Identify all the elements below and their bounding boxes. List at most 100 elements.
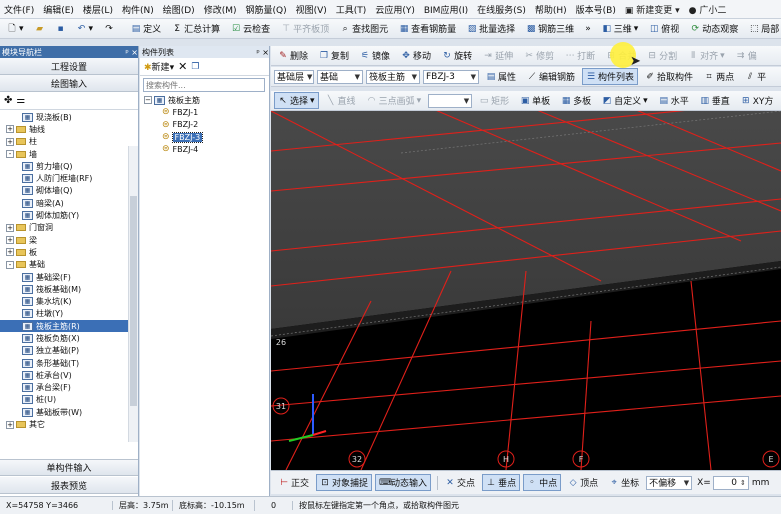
new-component-button[interactable]: ✱新建▾ <box>144 60 174 73</box>
report-preview-button[interactable]: 报表预览 <box>0 477 138 494</box>
component-list-button[interactable]: ☰ 构件列表 <box>582 68 639 85</box>
x-offset-input[interactable]: 0 ⇕ <box>712 475 749 490</box>
pick-component-button[interactable]: ✐ 拾取构件 <box>641 68 697 85</box>
type-select[interactable]: 筏板主筋 ▼ <box>366 69 420 84</box>
extend-button[interactable]: ⇥ 延伸 <box>479 47 517 64</box>
component-item[interactable]: ⊜ FBZJ-4 <box>144 143 269 155</box>
cloud-check-button[interactable]: ☑ 云检查 <box>227 20 274 37</box>
menu-draw[interactable]: 绘图(D) <box>163 3 195 16</box>
undo-button[interactable]: ↶ ▾ <box>73 22 98 36</box>
expand-icon[interactable]: + <box>6 420 14 429</box>
line-button[interactable]: ╲ 直线 <box>322 92 360 109</box>
edit-rebar-button[interactable]: ⟋ 编辑钢筋 <box>523 68 579 85</box>
tree-component-row[interactable]: ▦ 集水坑(K) <box>0 295 128 307</box>
tree-folder-row[interactable]: + 板 <box>0 246 128 258</box>
split-button[interactable]: ⊟ 分割 <box>643 47 681 64</box>
find-element-button[interactable]: ⌕ 查找图元 <box>336 20 392 37</box>
tree-component-row[interactable]: ▦ 现浇板(B) <box>0 111 128 123</box>
menu-tools[interactable]: 工具(T) <box>336 3 367 16</box>
tree-folder-row[interactable]: + 轴线 <box>0 123 128 135</box>
align-button[interactable]: ⫴ 对齐 ▾ <box>684 47 729 64</box>
tree-folder-row[interactable]: + 门窗洞 <box>0 222 128 234</box>
collapse-icon[interactable]: - <box>6 260 14 269</box>
tree-component-row[interactable]: ▦ 筏板基础(M) <box>0 283 128 295</box>
tree-folder-row[interactable]: + 其它 <box>0 418 128 430</box>
expand-icon[interactable]: + <box>6 236 14 245</box>
floor-select[interactable]: 基础层 ▼ <box>274 69 314 84</box>
component-item[interactable]: ⊜ FBZJ-1 <box>144 106 269 118</box>
tree-component-row[interactable]: ▦ 基础板带(W) <box>0 406 128 418</box>
viewport-canvas[interactable]: 26 31 32 H F E <box>271 91 781 470</box>
define-button[interactable]: ▤ 定义 <box>127 20 165 37</box>
select-button[interactable]: ↖ 选择 ▾ <box>274 92 319 109</box>
break-button[interactable]: ⋯ 打断 <box>561 47 599 64</box>
trim-button[interactable]: ✂ 修剪 <box>520 47 558 64</box>
tree-component-row[interactable]: ▦ 筏板负筋(X) <box>0 332 128 344</box>
delete-button[interactable]: ✎ 删除 <box>274 47 312 64</box>
expand-all-icon[interactable]: ✤ <box>4 95 12 106</box>
view-rebar-button[interactable]: ▦ 查看钢筋量 <box>395 20 460 37</box>
open-button[interactable]: ▰ <box>31 22 49 36</box>
drawing-input-button[interactable]: 绘图输入 <box>0 75 138 92</box>
tree-component-row[interactable]: ▦ 桩承台(V) <box>0 369 128 381</box>
arc-button[interactable]: ◠ 三点画弧 ▾ <box>363 92 426 109</box>
coordinate-button[interactable]: ⌖ 坐标 <box>605 474 643 491</box>
calculate-button[interactable]: Σ 汇总计算 <box>168 20 224 37</box>
dynamic-input-button[interactable]: ⌨ 动态输入 <box>375 474 432 491</box>
expand-icon[interactable]: + <box>6 137 14 146</box>
copy-button[interactable]: ❐ 复制 <box>315 47 353 64</box>
nav-scroll-thumb[interactable] <box>130 196 137 406</box>
expand-icon[interactable]: + <box>6 223 14 232</box>
spin-icon[interactable]: ⇕ <box>740 479 746 487</box>
horizontal-button[interactable]: ▤ 水平 <box>655 92 693 109</box>
menu-floor[interactable]: 楼层(L) <box>83 3 113 16</box>
delete-icon[interactable]: ✕ <box>178 60 187 73</box>
move-button[interactable]: ✥ 移动 <box>397 47 435 64</box>
arc-mode-select[interactable]: ▼ <box>428 93 473 108</box>
assistant-button[interactable]: ● 广小二 <box>689 3 727 16</box>
xy-direction-button[interactable]: ⊞ XY方 <box>737 92 778 109</box>
rect-button[interactable]: ▭ 矩形 <box>475 92 513 109</box>
tree-folder-row[interactable]: + 柱 <box>0 136 128 148</box>
object-snap-button[interactable]: ⊡ 对象捕捉 <box>316 474 373 491</box>
component-panel-pin-close[interactable]: ᵖ × <box>256 48 269 57</box>
batch-select-button[interactable]: ▨ 批量选择 <box>463 20 519 37</box>
mirror-button[interactable]: ⚟ 镜像 <box>356 47 394 64</box>
tree-folder-row[interactable]: + 梁 <box>0 234 128 246</box>
tree-component-row[interactable]: ▦ 暗梁(A) <box>0 197 128 209</box>
vertical-button[interactable]: ▥ 垂直 <box>696 92 734 109</box>
menu-view[interactable]: 视图(V) <box>296 3 327 16</box>
menu-rebar-qty[interactable]: 钢筋量(Q) <box>245 3 286 16</box>
menu-edit[interactable]: 编辑(E) <box>43 3 74 16</box>
menu-bim[interactable]: BIM应用(I) <box>424 3 468 16</box>
tree-component-row[interactable]: ▦ 基础梁(F) <box>0 271 128 283</box>
expand-icon[interactable]: + <box>6 248 14 257</box>
tree-component-row[interactable]: ▦ 剪力墙(Q) <box>0 160 128 172</box>
menu-cloud[interactable]: 云应用(Y) <box>375 3 415 16</box>
custom-button[interactable]: ◩ 自定义 ▾ <box>598 92 652 109</box>
collapse-icon[interactable]: − <box>144 96 152 105</box>
project-settings-button[interactable]: 工程设置 <box>0 58 138 75</box>
menu-component[interactable]: 构件(N) <box>122 3 154 16</box>
save-button[interactable]: ▪ <box>52 22 70 36</box>
menu-help[interactable]: 帮助(H) <box>535 3 567 16</box>
top-view-button[interactable]: ◫ 俯视 <box>645 20 683 37</box>
new-file-button[interactable]: 🗋 ▾ <box>3 22 28 36</box>
orbit-button[interactable]: ⟳ 动态观察 <box>686 20 742 37</box>
align-slab-top-button[interactable]: ⊤ 平齐板顶 <box>277 20 333 37</box>
single-slab-button[interactable]: ▣ 单板 <box>516 92 554 109</box>
offset-button[interactable]: ⇉ 偏 <box>732 47 761 64</box>
offset-select[interactable]: 不偏移 ▼ <box>646 475 693 490</box>
tree-component-row[interactable]: ▦ 条形基础(T) <box>0 357 128 369</box>
tree-component-row[interactable]: ▦ 桩(U) <box>0 394 128 406</box>
menu-version[interactable]: 版本号(B) <box>576 3 616 16</box>
3d-view-button[interactable]: ◧ 三维 ▾ <box>598 20 643 37</box>
tree-component-row[interactable]: ▦ 砌体加筋(Y) <box>0 209 128 221</box>
tree-component-row[interactable]: ▦ 承台梁(F) <box>0 382 128 394</box>
nav-scrollbar[interactable] <box>128 146 138 442</box>
rebar-3d-button[interactable]: ▩ 钢筋三维 <box>522 20 578 37</box>
vertex-button[interactable]: ◇ 顶点 <box>564 474 602 491</box>
menu-file[interactable]: 文件(F) <box>4 3 34 16</box>
more-button[interactable]: » <box>581 22 595 36</box>
component-search-input[interactable] <box>143 78 265 92</box>
